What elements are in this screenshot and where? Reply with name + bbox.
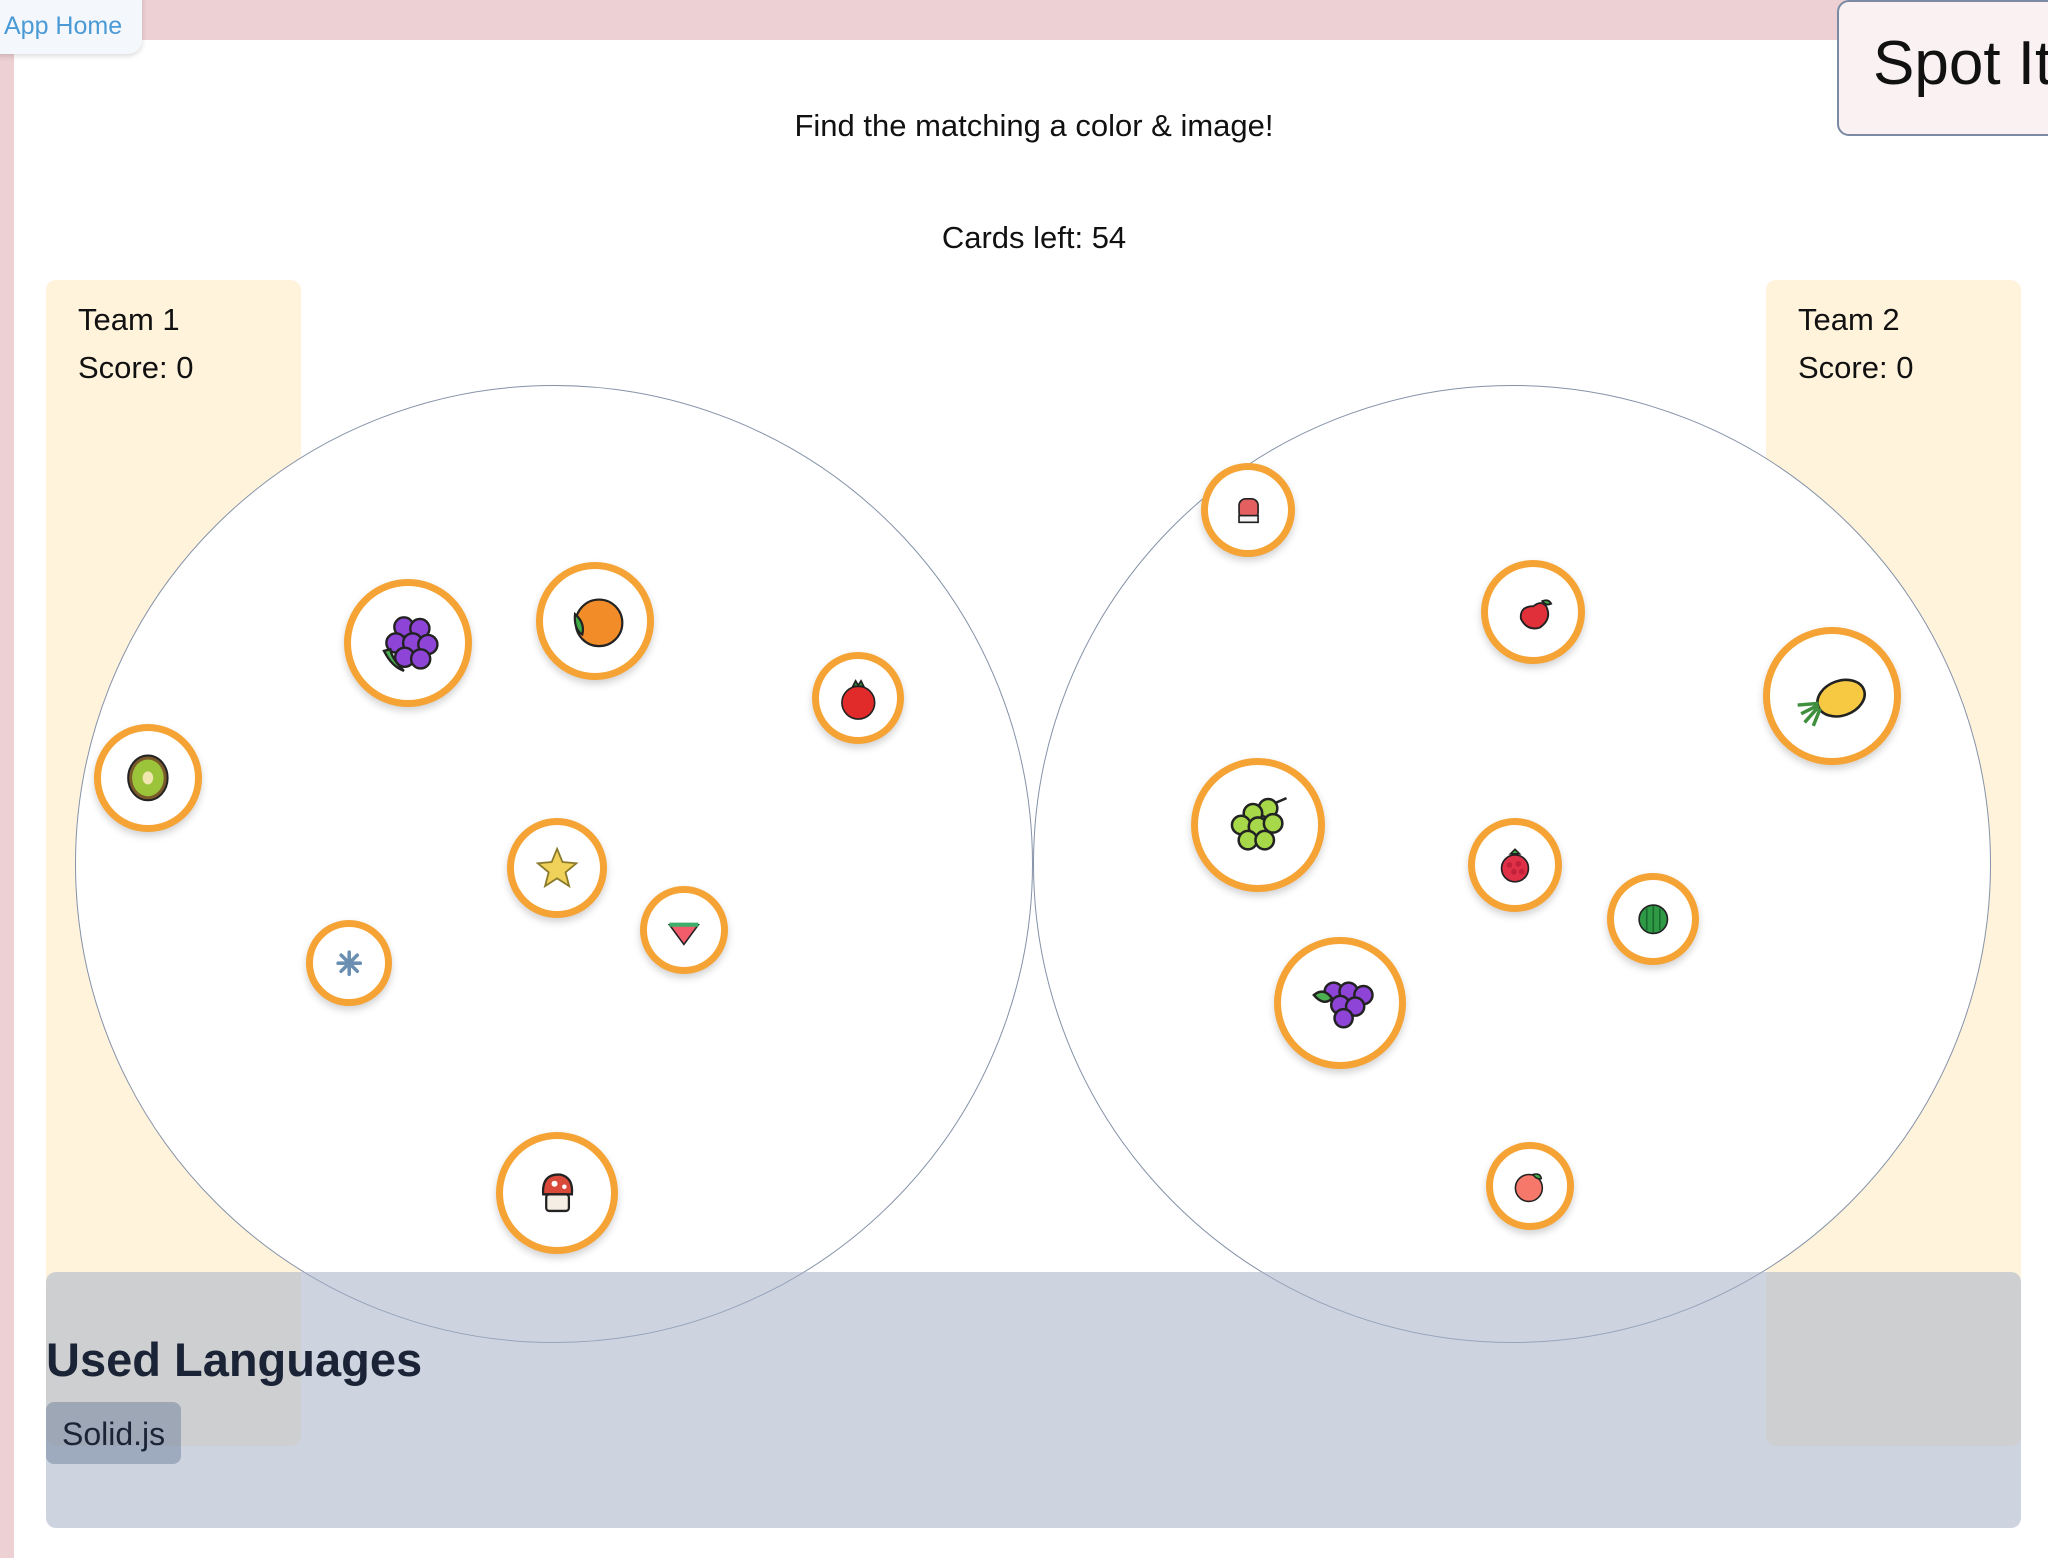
kiwi-icon[interactable]: [94, 724, 202, 832]
team-2-name: Team 2: [1798, 302, 1900, 337]
footer-panel: Used Languages Solid.js: [46, 1272, 2021, 1528]
pear-icon[interactable]: [1481, 560, 1585, 664]
orange-icon[interactable]: [536, 562, 654, 680]
app-title: Spot It: [1873, 29, 2048, 98]
grapes-purple-icon[interactable]: [344, 579, 472, 707]
watermelon-slice-icon[interactable]: [640, 886, 728, 974]
top-band: [0, 0, 2048, 40]
pineapple-icon[interactable]: [1763, 627, 1901, 765]
mitten-icon[interactable]: [1201, 463, 1295, 557]
cards-left-counter: Cards left: 54: [941, 220, 1127, 255]
language-chip-solidjs: Solid.js: [46, 1402, 182, 1464]
peach-icon[interactable]: [1486, 1142, 1574, 1230]
raspberry-icon[interactable]: [1468, 818, 1562, 912]
mushroom-icon[interactable]: [496, 1132, 618, 1254]
watermelon-icon[interactable]: [1607, 873, 1699, 965]
used-languages-heading: Used Languages: [46, 1333, 423, 1386]
grapes-green-icon[interactable]: [1191, 758, 1325, 892]
grapes-purple-icon[interactable]: [1274, 937, 1406, 1069]
star-fruit-icon[interactable]: [507, 818, 607, 918]
pomegranate-icon[interactable]: [812, 652, 904, 744]
instruction-text: Find the matching a color & image!: [794, 108, 1274, 143]
app-home-link[interactable]: App Home: [0, 0, 143, 54]
team-1-score: Score: 0: [78, 350, 194, 385]
team-2-score: Score: 0: [1798, 350, 1914, 385]
snowflake-icon[interactable]: [306, 920, 392, 1006]
team-1-name: Team 1: [78, 302, 180, 337]
app-title-box: Spot It: [1837, 0, 2048, 136]
